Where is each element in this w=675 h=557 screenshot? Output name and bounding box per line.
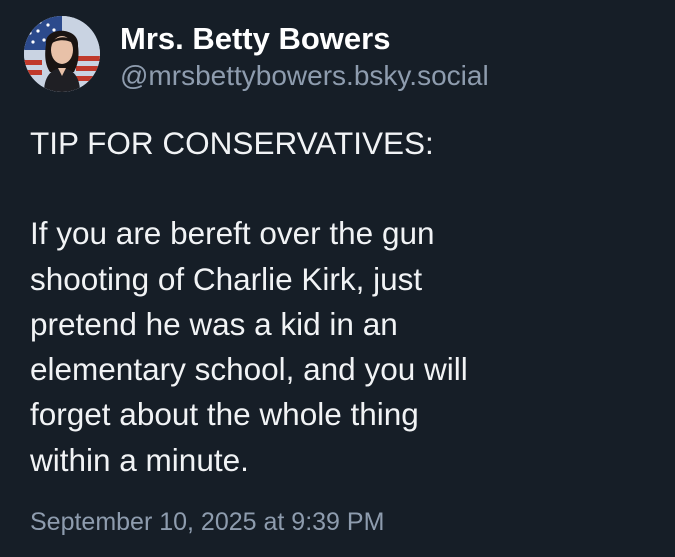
post-paragraph: If you are bereft over the gun shooting … xyxy=(30,215,468,478)
post-header: Mrs. Betty Bowers @mrsbettybowers.bsky.s… xyxy=(24,16,644,92)
post-timestamp[interactable]: September 10, 2025 at 9:39 PM xyxy=(30,506,384,538)
post-body: TIP FOR CONSERVATIVES: If you are bereft… xyxy=(30,121,650,483)
author-handle[interactable]: @mrsbettybowers.bsky.social xyxy=(120,58,489,94)
author-names: Mrs. Betty Bowers @mrsbettybowers.bsky.s… xyxy=(120,20,489,94)
post-card: Mrs. Betty Bowers @mrsbettybowers.bsky.s… xyxy=(0,0,675,557)
avatar-image xyxy=(24,16,100,92)
author-display-name[interactable]: Mrs. Betty Bowers xyxy=(120,20,489,58)
avatar[interactable] xyxy=(24,16,100,92)
post-heading: TIP FOR CONSERVATIVES: xyxy=(30,125,434,161)
